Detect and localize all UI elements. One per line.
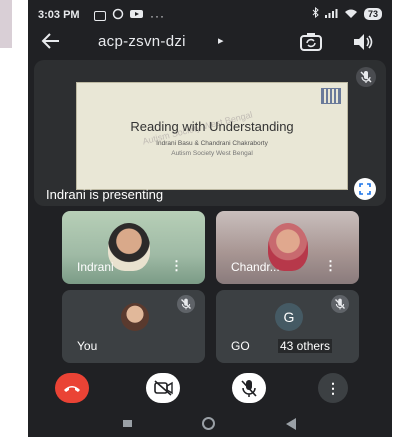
- right-edge-strip: [392, 0, 400, 437]
- message-icon: [94, 10, 106, 21]
- camera-off-button[interactable]: [146, 373, 180, 403]
- system-back-button[interactable]: [286, 418, 296, 430]
- participant-name: GO: [231, 339, 250, 353]
- presentation-tile[interactable]: Autism Society West Bengal Reading with …: [34, 60, 386, 206]
- microphone-off-button[interactable]: [232, 373, 266, 403]
- end-call-button[interactable]: [55, 373, 89, 403]
- qr-code-icon: [321, 88, 341, 104]
- signal-icon: [324, 8, 338, 21]
- participant-video: [108, 223, 150, 271]
- participant-tile-indrani[interactable]: Indrani ⋮: [62, 211, 205, 284]
- participant-tile-chandrani[interactable]: Chandr... ⋮: [216, 211, 359, 284]
- battery-icon: 73: [363, 8, 382, 20]
- phone-screen: 3:03 PM ··· 73 acp-zsvn-dzi ▸ Autism Soc…: [28, 0, 392, 437]
- slide-title: Reading with Understanding: [130, 119, 294, 134]
- more-options-icon[interactable]: ⋮: [324, 258, 337, 274]
- participant-name: You: [77, 339, 98, 353]
- participant-name: Chandr...: [231, 260, 280, 274]
- status-system-icons: 73: [312, 6, 382, 21]
- more-notifications-icon: ···: [150, 8, 165, 23]
- avatar: G: [275, 303, 303, 331]
- participant-tile-others[interactable]: G GO 43 others: [216, 290, 359, 363]
- participant-tile-you[interactable]: You: [62, 290, 205, 363]
- mic-off-icon: [331, 295, 349, 318]
- others-count[interactable]: 43 others: [278, 339, 333, 353]
- chevron-right-icon[interactable]: ▸: [218, 34, 224, 47]
- slide-organization: Autism Society West Bengal: [171, 150, 253, 157]
- status-time: 3:03 PM: [38, 9, 80, 21]
- switch-camera-button[interactable]: [298, 31, 324, 53]
- left-edge-artifact: [0, 0, 12, 48]
- participant-name: Indrani: [77, 260, 114, 274]
- fullscreen-button[interactable]: [354, 178, 376, 200]
- mic-off-icon: [177, 295, 195, 318]
- circle-icon: [112, 8, 124, 23]
- meeting-code[interactable]: acp-zsvn-dzi: [98, 33, 186, 50]
- status-bar: 3:03 PM ··· 73: [28, 0, 392, 30]
- bluetooth-icon: [312, 6, 319, 21]
- call-controls: ⋮: [28, 373, 392, 403]
- slide-authors: Indrani Basu & Chandrani Chakraborty: [156, 140, 268, 147]
- meeting-header: acp-zsvn-dzi ▸: [28, 28, 392, 58]
- presenting-label: Indrani is presenting: [46, 187, 164, 202]
- avatar: [121, 303, 149, 331]
- speaker-button[interactable]: [350, 31, 376, 53]
- shared-slide: Autism Society West Bengal Reading with …: [76, 82, 348, 190]
- status-notification-icons: ···: [94, 8, 165, 23]
- video-icon: [130, 9, 144, 22]
- more-options-icon[interactable]: ⋮: [170, 258, 183, 274]
- recent-apps-button[interactable]: [123, 420, 132, 427]
- left-edge-strip: [0, 0, 28, 437]
- more-options-button[interactable]: ⋮: [318, 373, 348, 403]
- wifi-icon: [344, 8, 358, 21]
- back-button[interactable]: [40, 30, 64, 54]
- home-button[interactable]: [202, 417, 215, 430]
- mic-off-icon: [356, 67, 376, 92]
- system-navigation-bar: [28, 411, 392, 437]
